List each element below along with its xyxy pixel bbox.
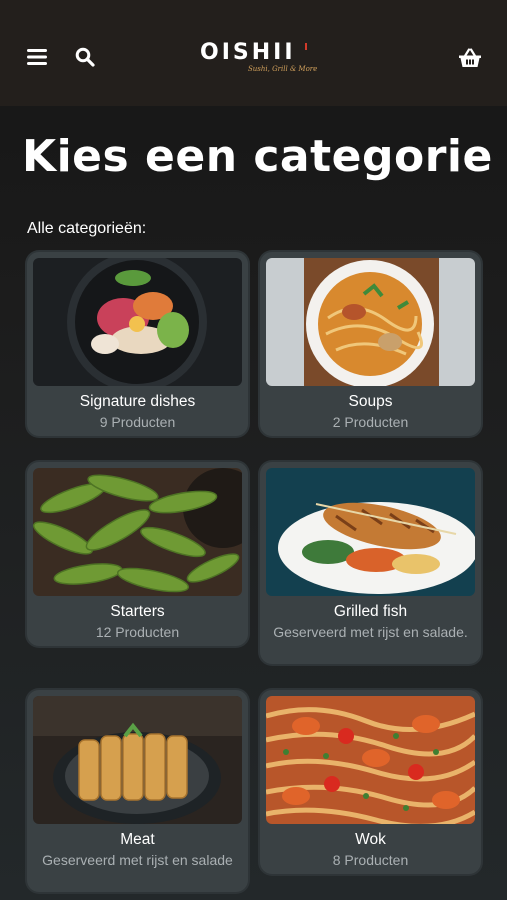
- category-card-wok[interactable]: Wok 8 Producten: [260, 690, 481, 874]
- basket-icon: [459, 48, 481, 67]
- category-subtitle: 9 Producten: [99, 414, 176, 430]
- wok-image: [266, 696, 475, 824]
- logo-accent-mark: [305, 43, 307, 50]
- category-subtitle: 12 Producten: [95, 624, 180, 640]
- logo-wordmark: OISHII: [200, 40, 296, 65]
- basket-button[interactable]: [456, 44, 484, 72]
- category-name: Starters: [110, 603, 165, 620]
- signature-dishes-image: [33, 258, 242, 386]
- menu-button[interactable]: [24, 44, 50, 70]
- category-subtitle: Geserveerd met rijst en salade.: [273, 624, 468, 640]
- category-card-meat[interactable]: Meat Geserveerd met rijst en salade: [27, 690, 248, 892]
- category-name: Meat: [120, 831, 155, 848]
- category-name: Soups: [348, 393, 393, 410]
- search-button[interactable]: [72, 44, 98, 70]
- category-card-soups[interactable]: Soups 2 Producten: [260, 252, 481, 436]
- search-icon: [75, 47, 95, 67]
- meat-image: [33, 696, 242, 824]
- category-subtitle: 8 Producten: [332, 852, 409, 868]
- category-card-starters[interactable]: Starters 12 Producten: [27, 462, 248, 646]
- top-bar: OISHII Sushi, Grill & More: [0, 0, 507, 106]
- page-title: Kies een categorie: [22, 131, 493, 182]
- logo-tagline: Sushi, Grill & More: [248, 65, 318, 73]
- soups-image: [266, 258, 475, 386]
- menu-icon: [27, 49, 47, 65]
- category-name: Signature dishes: [79, 393, 196, 410]
- starters-image: [33, 468, 242, 596]
- brand-logo[interactable]: OISHII Sushi, Grill & More: [196, 40, 318, 76]
- category-subtitle: 2 Producten: [332, 414, 409, 430]
- category-card-grilled-fish[interactable]: Grilled fish Geserveerd met rijst en sal…: [260, 462, 481, 664]
- category-card-signature-dishes[interactable]: Signature dishes 9 Producten: [27, 252, 248, 436]
- category-subtitle: Geserveerd met rijst en salade: [42, 852, 233, 868]
- section-label: Alle categorieën:: [27, 220, 147, 237]
- category-name: Grilled fish: [333, 603, 408, 620]
- category-name: Wok: [355, 831, 386, 848]
- grilled-fish-image: [266, 468, 475, 596]
